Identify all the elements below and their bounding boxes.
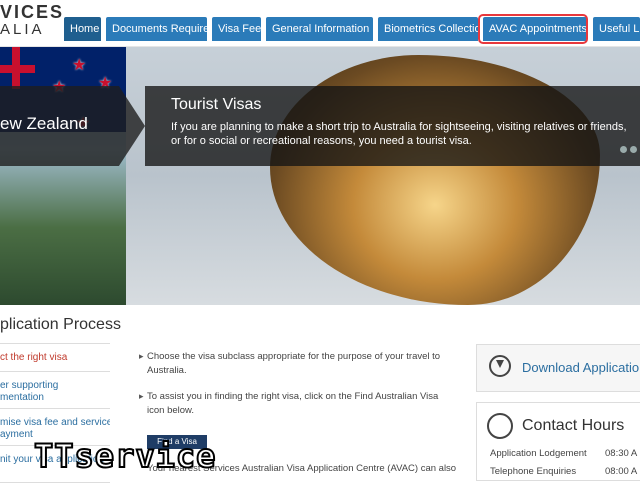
slider-dot[interactable] — [630, 146, 637, 153]
nav-general-information-label: General Information — [272, 23, 370, 35]
nav-biometrics-collection[interactable]: Biometrics Collection — [378, 17, 487, 41]
watermark-overlay: TTservice — [33, 436, 217, 476]
nav-general-information[interactable]: General Information — [266, 17, 380, 41]
contact-hours-title: Contact Hours — [522, 417, 625, 434]
step-label: ct the right visa — [0, 352, 68, 363]
logo-line-1: VICES — [0, 2, 65, 22]
nz-slide-image[interactable]: ★ ★ ★ ★ — [0, 47, 126, 305]
flag-cross-vertical — [12, 47, 20, 89]
nz-slide-title[interactable]: ew Zealand — [0, 114, 88, 134]
step-label: mise visa fee and service — [0, 417, 110, 428]
download-application-link[interactable]: Download Application F — [522, 360, 640, 375]
site-header: VICES ALIA Home Documents Required Visa … — [0, 0, 640, 47]
contact-row-time: 08:30 A — [605, 448, 638, 459]
logo-line-2: ALIA — [0, 21, 45, 38]
highlight-annotation — [478, 14, 588, 44]
bullet-icon: ▸ — [139, 351, 144, 361]
step-select-visa[interactable]: ct the right visa — [0, 344, 110, 372]
download-arrow-icon — [496, 360, 504, 368]
step-label-line2: mentation — [0, 392, 44, 403]
bullet-icon: ▸ — [139, 391, 144, 401]
star-icon: ★ — [72, 57, 87, 74]
nav-visa-fee[interactable]: Visa Fee — [212, 17, 261, 41]
contact-row-label: Telephone Enquiries — [490, 466, 577, 477]
banner-text: If you are planning to make a short trip… — [171, 121, 627, 147]
banner-title: Tourist Visas — [171, 96, 262, 113]
clock-icon — [487, 413, 513, 439]
bullet-text: Choose the visa subclass appropriate for… — [147, 351, 441, 376]
contact-row-label: Application Lodgement — [490, 448, 587, 459]
bullet-text: To assist you in finding the right visa,… — [147, 391, 439, 416]
slider-dots — [620, 140, 640, 158]
contact-row-time: 08:00 A — [605, 466, 638, 477]
step-label-line2: ayment — [0, 429, 33, 440]
nav-documents-required[interactable]: Documents Required — [106, 17, 215, 41]
slider-dot[interactable] — [620, 146, 627, 153]
nav-useful-links[interactable]: Useful Li — [593, 17, 640, 41]
section-title: plication Process — [0, 316, 121, 333]
step-label: er supporting — [0, 380, 59, 391]
nav-home[interactable]: Home — [64, 17, 101, 41]
step-gather-documents[interactable]: er supporting mentation — [0, 372, 110, 409]
